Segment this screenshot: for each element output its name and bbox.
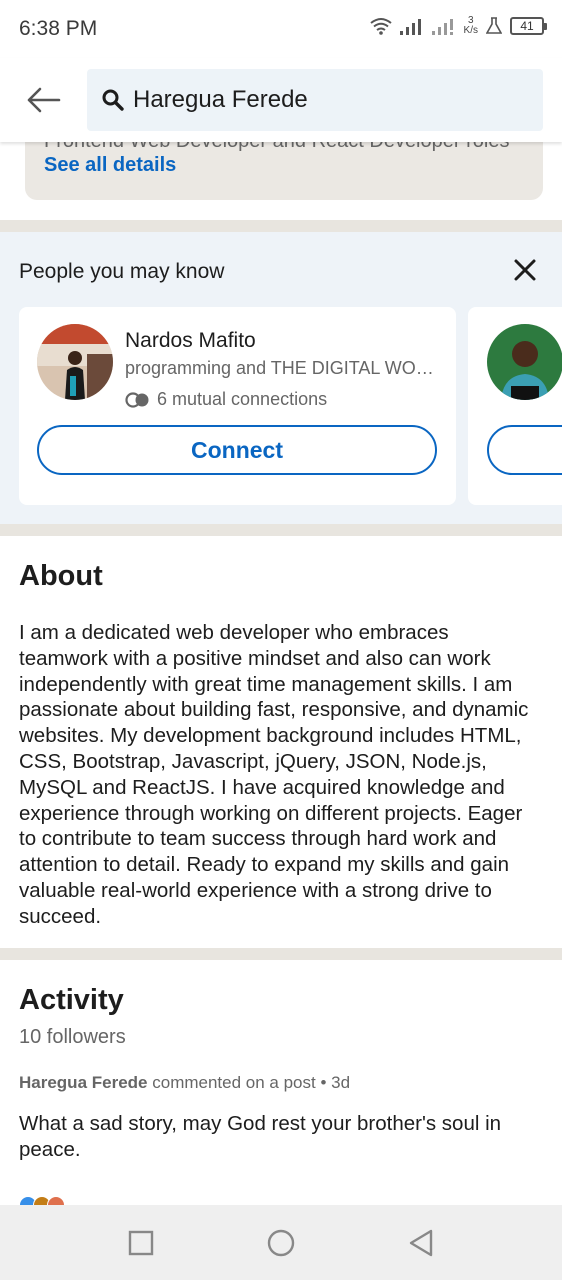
search-header: Haregua Ferede (0, 58, 562, 142)
status-bar: 6:38 PM 3 K/s 41 (0, 0, 562, 58)
battery-level: 41 (520, 19, 534, 33)
home-circle-icon[interactable] (267, 1229, 295, 1257)
activity-section: Activity 10 followers Haregua Ferede com… (0, 960, 562, 1205)
avatar[interactable] (487, 324, 562, 400)
system-nav-bar (0, 1205, 562, 1280)
previous-card-text: Frontend Web Developer and React Develop… (44, 142, 509, 153)
post-action: commented on a post (152, 1073, 316, 1092)
arrow-left-icon (27, 87, 61, 113)
mutual-connections: 6 mutual connections (125, 389, 327, 410)
connect-button[interactable] (487, 425, 562, 475)
love-reaction-icon (47, 1196, 65, 1205)
net-speed-unit: K/s (463, 25, 478, 36)
about-section: About I am a dedicated web developer who… (0, 536, 562, 948)
battery-icon: 41 (510, 17, 547, 35)
person-name[interactable]: Nardos Mafito (125, 329, 256, 353)
wifi-icon (369, 18, 392, 35)
person-headline: programming and THE DIGITAL WORLD (125, 358, 445, 378)
about-title: About (19, 560, 103, 592)
back-button[interactable] (22, 80, 64, 120)
activity-title: Activity (19, 984, 124, 1016)
signal-icon (399, 19, 421, 35)
person-card[interactable] (468, 307, 562, 505)
followers-count[interactable]: 10 followers (19, 1026, 126, 1049)
see-all-details-link[interactable]: See all details (44, 154, 176, 177)
recents-square-icon[interactable] (127, 1229, 155, 1257)
reactions-row[interactable] (19, 1196, 65, 1205)
post-author[interactable]: Haregua Ferede (19, 1073, 148, 1092)
connect-button[interactable]: Connect (37, 425, 437, 475)
post-time: 3d (331, 1073, 351, 1092)
flask-icon (486, 17, 502, 34)
about-body: I am a dedicated web developer who embra… (19, 621, 529, 928)
people-you-may-know-section: People you may know Nardos Mafito progra… (0, 232, 562, 524)
person-card[interactable]: Nardos Mafito programming and THE DIGITA… (19, 307, 456, 505)
close-icon[interactable] (512, 257, 538, 283)
activity-meta: Haregua Ferede commented on a post • 3d (19, 1073, 350, 1093)
mutual-connections-icon (125, 391, 149, 408)
previous-card-section: Frontend Web Developer and React Develop… (0, 142, 562, 220)
previous-card: Frontend Web Developer and React Develop… (25, 142, 543, 200)
activity-post-text[interactable]: What a sad story, may God rest your brot… (19, 1111, 539, 1163)
mutual-connections-text: 6 mutual connections (157, 389, 328, 409)
search-query: Haregua Ferede (133, 86, 308, 113)
signal-weak-icon (431, 19, 453, 35)
post-separator: • (320, 1073, 327, 1092)
search-input[interactable]: Haregua Ferede (87, 69, 543, 131)
status-icons: 3 K/s 41 (369, 16, 547, 36)
net-speed: 3 K/s (464, 16, 478, 36)
status-time: 6:38 PM (19, 17, 98, 40)
avatar[interactable] (37, 324, 113, 400)
back-triangle-icon[interactable] (407, 1229, 435, 1257)
search-icon (102, 89, 124, 111)
pymk-title: People you may know (19, 260, 225, 283)
